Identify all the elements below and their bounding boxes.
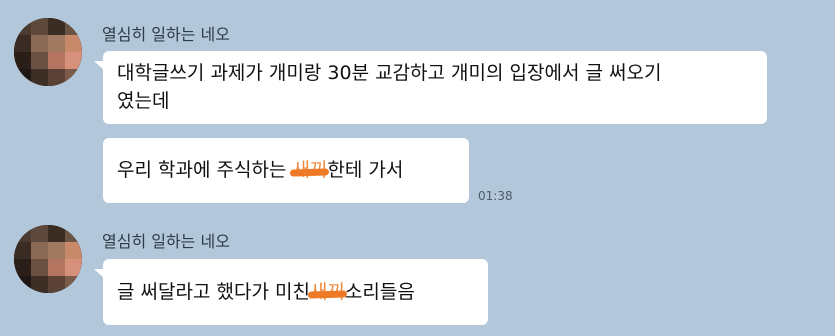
avatar[interactable] [14,18,82,86]
message-text: 우리 학과에 주식하는 새끼한테 가서 [117,156,455,184]
sender-name: 열심히 일하는 네오 [102,232,230,251]
message-timestamp: 01:38 [478,189,513,203]
message-bubble[interactable]: 글 써달라고 했다가 미친새끼소리들음 [94,259,488,325]
pixelated-profile-photo-icon [14,18,82,86]
message-text-part: 소리들음 [344,281,415,303]
message-text: 대학글쓰기 과제가 개미랑 30분 교감하고 개미의 입장에서 글 써오기 [117,62,662,84]
message-bubble[interactable]: 우리 학과에 주식하는 새끼한테 가서 [103,138,469,203]
message-text-part: 우리 학과에 주식하는 [117,159,293,181]
message-text-part: 글 써달라고 했다가 미친 [117,281,310,303]
avatar[interactable] [14,225,82,293]
sender-name: 열심히 일하는 네오 [102,25,230,44]
message-text: 글 써달라고 했다가 미친새끼소리들음 [117,278,474,306]
message-text: 였는데 [117,90,170,112]
message-text-part: 한테 가서 [327,159,404,181]
message-bubble[interactable]: 대학글쓰기 과제가 개미랑 30분 교감하고 개미의 입장에서 글 써오기 였는… [94,51,767,124]
censored-word: 새끼 [310,278,345,306]
censored-word: 새끼 [292,156,327,184]
pixelated-profile-photo-icon [14,225,82,293]
